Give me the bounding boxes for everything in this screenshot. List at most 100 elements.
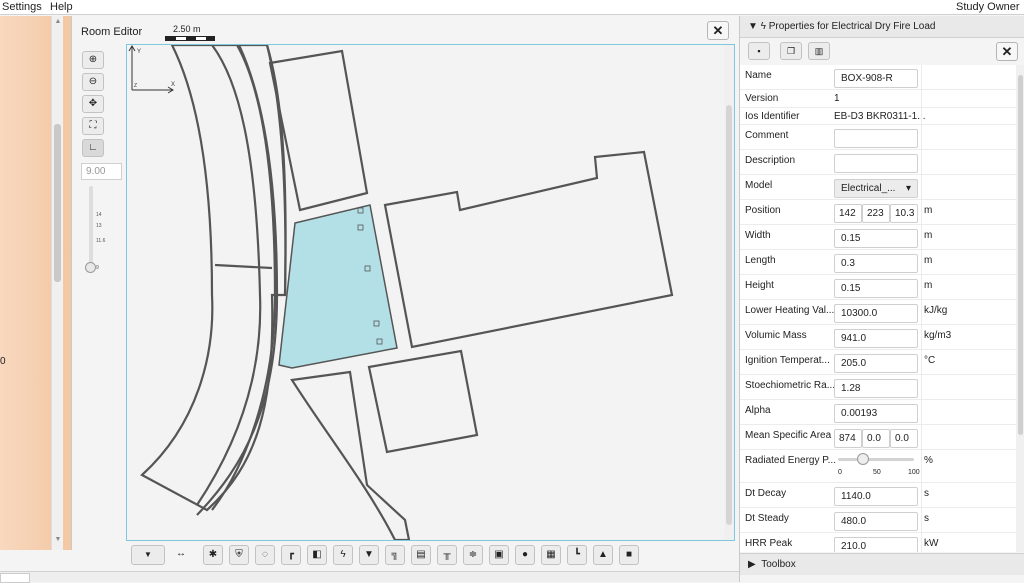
resize-icon[interactable]: ↔ [171, 545, 191, 565]
property-input[interactable]: 480.0 [834, 512, 918, 531]
properties-title-text: Properties for Electrical Dry Fire Load [768, 21, 936, 32]
properties-close-button[interactable]: ✕ [996, 42, 1018, 61]
pump-icon[interactable]: ▣ [489, 545, 509, 565]
property-list: Name BOX-908-R Version 1 Ios Identifier EB-D3… [740, 65, 1016, 552]
property-key: Lower Heating Val... [745, 305, 835, 316]
radiated-energy-slider[interactable] [838, 453, 914, 465]
property-input[interactable] [834, 154, 918, 173]
property-input[interactable]: 10.3 [890, 204, 918, 223]
canvas-scrollbar[interactable] [724, 45, 734, 540]
fan-icon[interactable]: ✱ [203, 545, 223, 565]
property-input[interactable]: 0.15 [834, 229, 918, 248]
properties-header[interactable]: ▼ ϟ Properties for Electrical Dry Fire L… [740, 16, 1024, 38]
delete-icon[interactable]: ▥ [808, 42, 830, 60]
property-value: 1 [834, 93, 840, 104]
property-row: Length 0.3 m [740, 250, 1016, 275]
property-key: Volumic Mass [745, 330, 807, 341]
property-input[interactable]: 0.0 [890, 429, 918, 448]
corner-icon[interactable]: ∟ [82, 139, 104, 157]
property-input[interactable] [834, 129, 918, 148]
property-input[interactable]: 1.28 [834, 379, 918, 398]
property-row: Comment [740, 125, 1016, 150]
menu-settings[interactable]: Settings [2, 0, 42, 14]
user-name[interactable]: Study Owner [956, 0, 1020, 14]
property-input[interactable]: 0.15 [834, 279, 918, 298]
zoom-out-icon[interactable]: ⊖ [82, 73, 104, 91]
properties-scroll-thumb[interactable] [1018, 75, 1023, 435]
property-input[interactable]: 210.0 [834, 537, 918, 552]
property-input[interactable]: 941.0 [834, 329, 918, 348]
scale-label: 2.50 m [173, 24, 201, 34]
triangle-icon[interactable]: ▲ [593, 545, 613, 565]
property-key: Ios Identifier [745, 111, 800, 122]
sprinkler-icon[interactable]: ┏ [281, 545, 301, 565]
property-input[interactable]: 223 [862, 204, 890, 223]
scale-bar-graphic [165, 36, 215, 41]
property-unit: % [924, 455, 933, 466]
properties-title: ▼ ϟ Properties for Electrical Dry Fire L… [748, 21, 936, 32]
toolbox-header[interactable]: ▶ Toolbox [740, 553, 1024, 575]
lock-icon[interactable]: ■ [619, 545, 639, 565]
pan-icon[interactable]: ✥ [82, 95, 104, 113]
property-row: Radiated Energy P... 0 50 100% [740, 450, 1016, 483]
property-input[interactable]: 1140.0 [834, 487, 918, 506]
slider-tick-label: 50 [873, 469, 881, 476]
zoom-in-icon[interactable]: ⊕ [82, 51, 104, 69]
canvas-scroll-thumb[interactable] [726, 105, 732, 525]
filter-icon[interactable]: ▼ [359, 545, 379, 565]
chair-icon[interactable]: ╗ [385, 545, 405, 565]
room-editor-close-button[interactable]: ✕ [707, 21, 729, 40]
circle-dashed-icon[interactable]: ◌ [255, 545, 275, 565]
property-row: Alpha 0.00193 [740, 400, 1016, 425]
drop-icon[interactable]: ● [515, 545, 535, 565]
property-input[interactable]: 142 [834, 204, 862, 223]
menu-help[interactable]: Help [50, 0, 73, 14]
property-input-value: 480.0 [841, 516, 867, 527]
scroll-down-icon[interactable]: ▼ [54, 536, 62, 544]
room-canvas[interactable]: Y X Z [126, 43, 735, 542]
copy-icon[interactable]: ❐ [780, 42, 802, 60]
model-select[interactable]: Electrical_... ▾ [834, 179, 918, 198]
room-right-large [383, 150, 674, 349]
property-unit: m [924, 205, 933, 216]
property-input[interactable]: BOX-908-R [834, 69, 918, 88]
property-input-value: 10300.0 [841, 308, 878, 319]
property-input[interactable]: 10300.0 [834, 304, 918, 323]
property-input[interactable]: 874 [834, 429, 862, 448]
room-drawing: Y X Z [128, 43, 674, 542]
scroll-thumb[interactable] [54, 124, 61, 282]
save-icon[interactable]: ▪ [748, 42, 770, 60]
corridor-bottom [290, 370, 411, 542]
property-row: Position 142 223 10.3 m [740, 200, 1016, 225]
property-row: Height 0.15 m [740, 275, 1016, 300]
fit-icon[interactable]: ⛶ [82, 117, 104, 135]
lightning-icon[interactable]: ϟ [333, 545, 353, 565]
left-scrollbar[interactable]: ▲ ▼ [51, 16, 63, 550]
property-unit: s [924, 513, 929, 524]
pipe-icon[interactable]: ┗ [567, 545, 587, 565]
scroll-up-icon[interactable]: ▲ [54, 18, 62, 26]
cabinet-icon[interactable]: ▤ [411, 545, 431, 565]
property-key: Dt Steady [745, 513, 789, 524]
zoom-input[interactable]: 9.00 [81, 163, 122, 180]
property-input-value: 0.15 [841, 283, 861, 294]
dropdown-icon[interactable]: ▼ [131, 545, 165, 565]
zoom-slider[interactable]: 14 13 11.6 9 [85, 186, 107, 276]
property-unit: °C [924, 355, 936, 366]
curved-room [140, 43, 287, 512]
door-icon[interactable]: ◧ [307, 545, 327, 565]
property-key: Name [745, 70, 772, 81]
properties-toolbar: ▪ ❐ ▥ ✕ [740, 39, 1024, 65]
table-icon[interactable]: ╥ [437, 545, 457, 565]
property-input[interactable]: 0.0 [862, 429, 890, 448]
property-key: Comment [745, 130, 789, 141]
grid-icon[interactable]: ▦ [541, 545, 561, 565]
property-input[interactable]: 205.0 [834, 354, 918, 373]
zoom-slider-knob[interactable] [85, 262, 96, 273]
sliders-icon[interactable]: ≑ [463, 545, 483, 565]
property-input[interactable]: 0.3 [834, 254, 918, 273]
property-input[interactable]: 0.00193 [834, 404, 918, 423]
slider-knob[interactable] [857, 453, 870, 465]
shield-icon[interactable]: ⛨ [229, 545, 249, 565]
properties-scrollbar[interactable] [1016, 65, 1024, 552]
